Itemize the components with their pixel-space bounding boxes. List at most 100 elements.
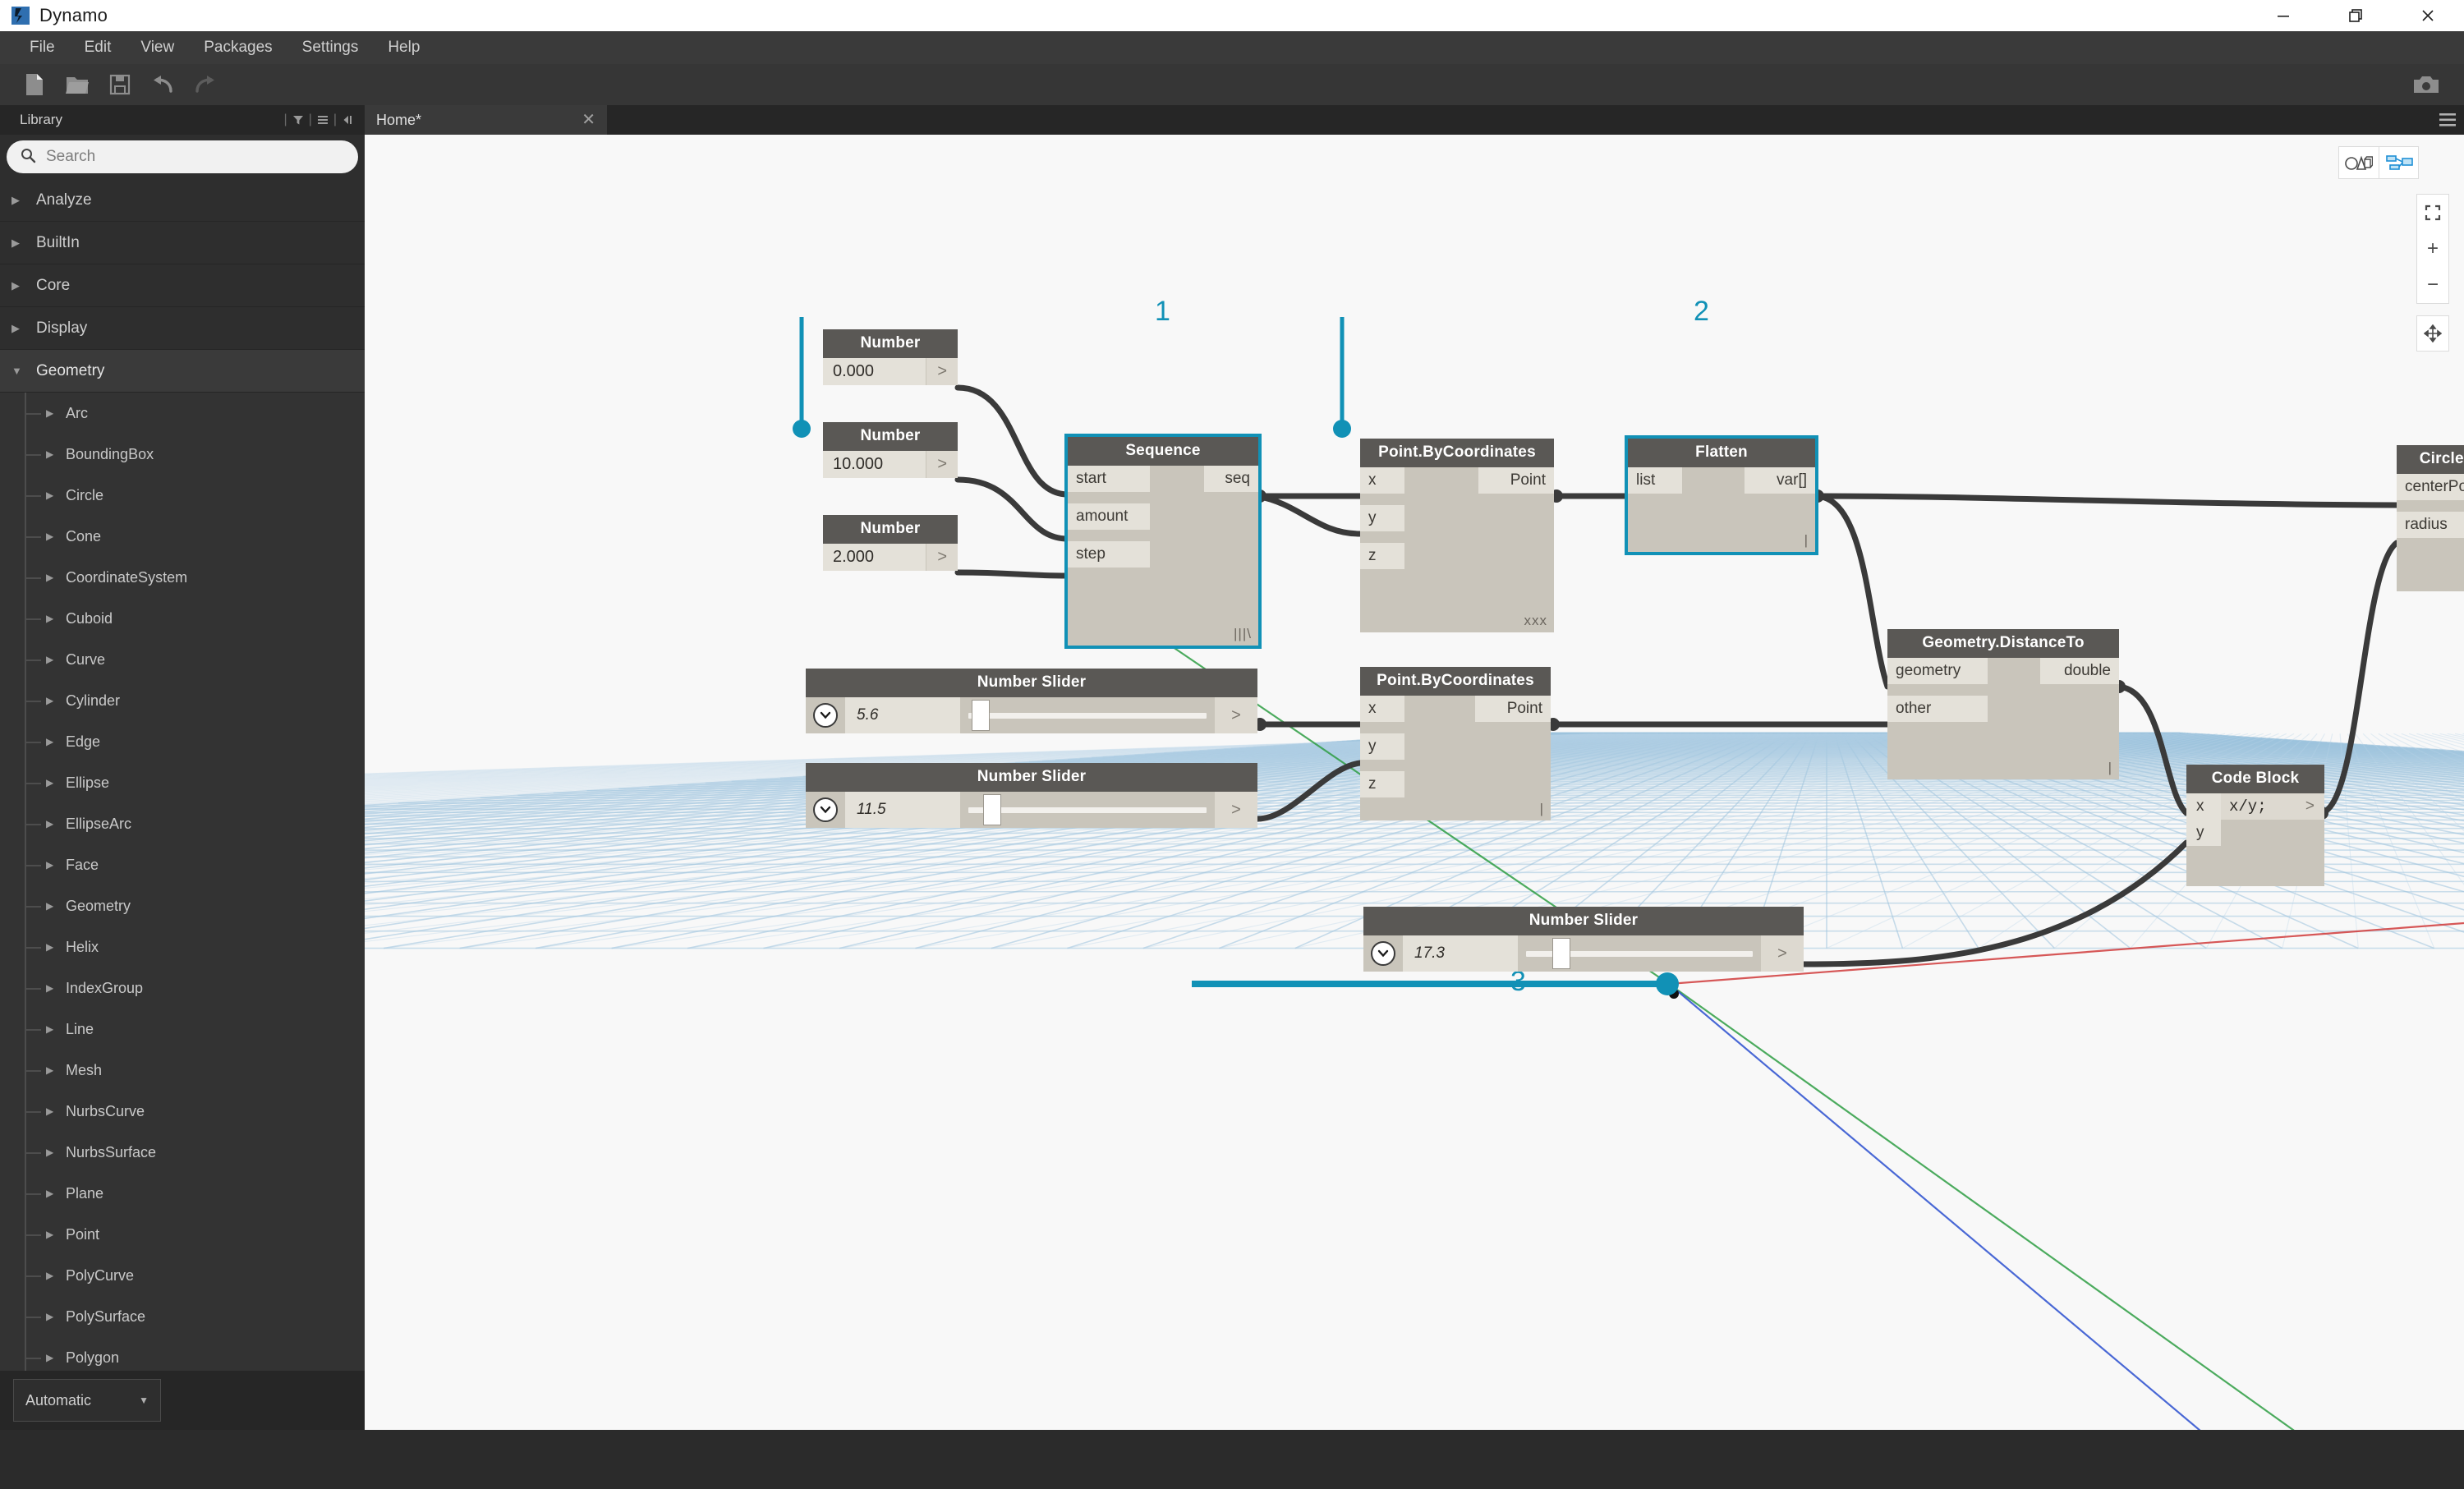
- library-item-helix[interactable]: ▶ Helix: [0, 926, 365, 967]
- new-file-icon[interactable]: [13, 67, 56, 102]
- close-icon[interactable]: ✕: [582, 112, 595, 128]
- code-block-editor[interactable]: x/y;: [2221, 793, 2296, 820]
- library-item-edge[interactable]: ▶ Edge: [0, 721, 365, 762]
- menu-item-file[interactable]: File: [15, 34, 70, 62]
- output-port-chevron[interactable]: >: [1215, 697, 1257, 733]
- search-box[interactable]: [7, 140, 358, 173]
- collapse-panel-icon[interactable]: [338, 111, 356, 129]
- library-item-cone[interactable]: ▶ Cone: [0, 516, 365, 557]
- library-category-core[interactable]: ▶ Core: [0, 264, 365, 307]
- input-port-z[interactable]: z: [1360, 543, 1404, 569]
- library-item-geometry[interactable]: ▶ Geometry: [0, 885, 365, 926]
- node-number-slider-2[interactable]: Number Slider 11.5 >: [806, 763, 1257, 828]
- output-port-chevron[interactable]: >: [2295, 793, 2324, 820]
- output-port-point[interactable]: Point: [1478, 467, 1554, 494]
- library-item-ellipse[interactable]: ▶ Ellipse: [0, 762, 365, 803]
- graph-canvas[interactable]: 1 2 3 Number 0.000 > Number 10.000 > Num…: [365, 135, 2464, 1430]
- menu-item-edit[interactable]: Edit: [70, 34, 126, 62]
- run-mode-dropdown[interactable]: Automatic ▼: [13, 1379, 161, 1422]
- menu-item-settings[interactable]: Settings: [287, 34, 374, 62]
- slider-thumb[interactable]: [983, 794, 1001, 825]
- library-item-curve[interactable]: ▶ Curve: [0, 639, 365, 680]
- input-port-x[interactable]: x: [1360, 696, 1404, 722]
- slider-value[interactable]: 17.3: [1403, 935, 1518, 972]
- hamburger-icon[interactable]: [2431, 105, 2464, 135]
- node-number-slider-1[interactable]: Number Slider 5.6 >: [806, 669, 1257, 733]
- geometry-view-icon[interactable]: [2339, 147, 2379, 178]
- library-category-builtin[interactable]: ▶ BuiltIn: [0, 222, 365, 264]
- node-geometry-distanceto[interactable]: Geometry.DistanceTo geometry other doubl…: [1887, 629, 2119, 779]
- slider-thumb[interactable]: [1552, 938, 1570, 969]
- open-file-icon[interactable]: [56, 67, 99, 102]
- input-port-amount[interactable]: amount: [1068, 503, 1150, 530]
- library-item-indexgroup[interactable]: ▶ IndexGroup: [0, 967, 365, 1009]
- close-icon[interactable]: [2392, 0, 2464, 31]
- output-port-double[interactable]: double: [2040, 658, 2119, 684]
- node-number-10[interactable]: Number 10.000 >: [823, 422, 958, 478]
- output-port-chevron[interactable]: >: [926, 358, 958, 385]
- restore-icon[interactable]: [2319, 0, 2392, 31]
- library-item-polysurface[interactable]: ▶ PolySurface: [0, 1296, 365, 1337]
- output-port-chevron[interactable]: >: [926, 544, 958, 571]
- slider-value[interactable]: 11.5: [845, 792, 960, 828]
- input-port-step[interactable]: step: [1068, 541, 1150, 568]
- minimize-icon[interactable]: [2247, 0, 2319, 31]
- library-item-plane[interactable]: ▶ Plane: [0, 1173, 365, 1214]
- graph-view-icon[interactable]: [2379, 147, 2418, 178]
- save-file-icon[interactable]: [99, 67, 141, 102]
- node-circle-bycenterpointradius[interactable]: Circle.ByCenterPointRadius centerPoint r…: [2397, 445, 2464, 591]
- slider-thumb[interactable]: [972, 700, 990, 731]
- undo-icon[interactable]: [141, 67, 184, 102]
- output-port-chevron[interactable]: >: [926, 451, 958, 478]
- library-item-coordinatesystem[interactable]: ▶ CoordinateSystem: [0, 557, 365, 598]
- library-category-geometry[interactable]: ▼ Geometry: [0, 350, 365, 393]
- input-port-y[interactable]: y: [2186, 820, 2221, 846]
- input-port-x[interactable]: x: [2186, 793, 2221, 820]
- redo-icon[interactable]: [184, 67, 227, 102]
- library-item-line[interactable]: ▶ Line: [0, 1009, 365, 1050]
- pan-icon[interactable]: [2416, 315, 2449, 352]
- node-code-block[interactable]: Code Block x x/y; > y: [2186, 765, 2324, 886]
- output-port-chevron[interactable]: >: [1215, 792, 1257, 828]
- library-item-nurbssurface[interactable]: ▶ NurbsSurface: [0, 1132, 365, 1173]
- input-port-y[interactable]: y: [1360, 505, 1404, 531]
- zoom-out-button[interactable]: −: [2417, 267, 2448, 303]
- lacing-indicator[interactable]: xxx: [1524, 613, 1548, 629]
- menu-item-help[interactable]: Help: [373, 34, 434, 62]
- number-value-field[interactable]: 10.000: [823, 451, 926, 478]
- search-input[interactable]: [46, 148, 345, 166]
- slider-track[interactable]: [960, 792, 1215, 828]
- menu-item-view[interactable]: View: [126, 34, 189, 62]
- library-item-circle[interactable]: ▶ Circle: [0, 475, 365, 516]
- input-port-centerpoint[interactable]: centerPoint: [2397, 474, 2464, 500]
- menu-item-packages[interactable]: Packages: [189, 34, 287, 62]
- input-port-geometry[interactable]: geometry: [1887, 658, 1988, 684]
- slider-track[interactable]: [1518, 935, 1761, 972]
- zoom-fit-icon[interactable]: [2417, 195, 2448, 231]
- input-port-z[interactable]: z: [1360, 771, 1404, 797]
- library-item-mesh[interactable]: ▶ Mesh: [0, 1050, 365, 1091]
- input-port-start[interactable]: start: [1068, 466, 1150, 492]
- input-port-list[interactable]: list: [1628, 467, 1682, 494]
- lacing-indicator[interactable]: |: [1540, 801, 1544, 817]
- library-item-ellipsearc[interactable]: ▶ EllipseArc: [0, 803, 365, 844]
- node-number-0[interactable]: Number 0.000 >: [823, 329, 958, 385]
- library-item-arc[interactable]: ▶ Arc: [0, 393, 365, 434]
- node-point-bycoordinates-2[interactable]: Point.ByCoordinates x y z Point |: [1360, 667, 1551, 820]
- chevron-down-circle-icon[interactable]: [806, 792, 845, 828]
- input-port-x[interactable]: x: [1360, 467, 1404, 494]
- number-value-field[interactable]: 2.000: [823, 544, 926, 571]
- filter-icon[interactable]: [289, 111, 307, 129]
- slider-track[interactable]: [960, 697, 1215, 733]
- tab-home[interactable]: Home* ✕: [365, 105, 608, 135]
- output-port-var[interactable]: var[]: [1745, 467, 1815, 494]
- camera-icon[interactable]: [2405, 67, 2448, 102]
- slider-value[interactable]: 5.6: [845, 697, 960, 733]
- node-sequence[interactable]: Sequence start amount step seq |||\: [1064, 434, 1262, 649]
- library-item-polycurve[interactable]: ▶ PolyCurve: [0, 1255, 365, 1296]
- lacing-indicator[interactable]: |: [1804, 532, 1809, 549]
- lacing-indicator[interactable]: |: [2108, 760, 2112, 776]
- library-category-display[interactable]: ▶ Display: [0, 307, 365, 350]
- library-item-boundingbox[interactable]: ▶ BoundingBox: [0, 434, 365, 475]
- input-port-other[interactable]: other: [1887, 696, 1988, 722]
